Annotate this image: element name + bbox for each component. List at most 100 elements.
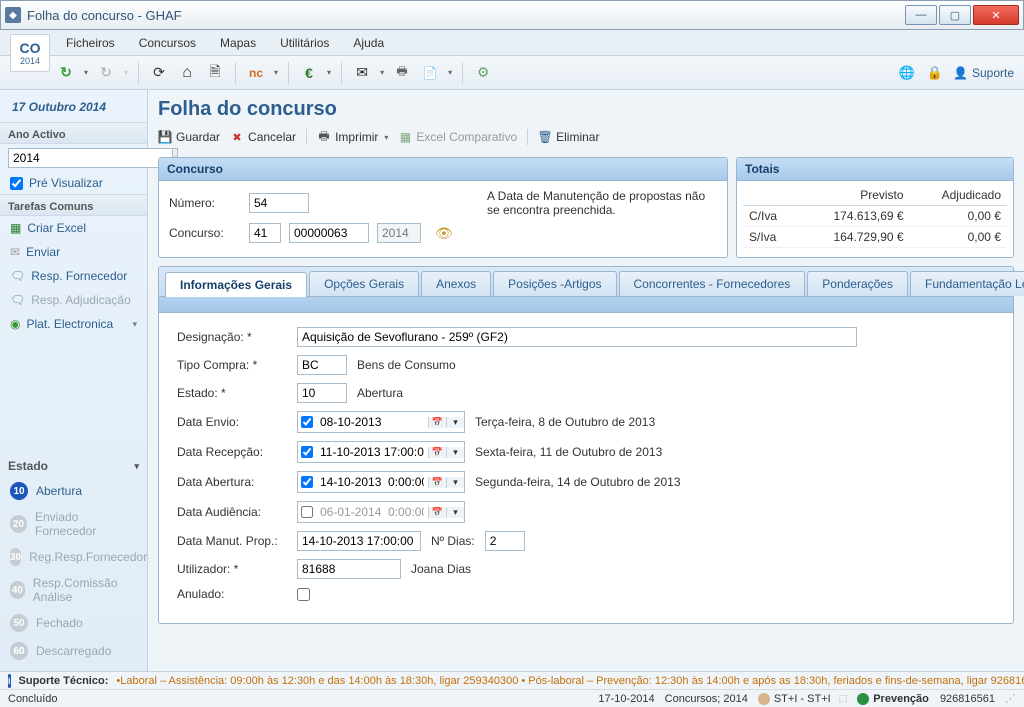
imprimir-button[interactable]: Imprimir▾ (317, 130, 388, 144)
data-aud-input[interactable] (316, 502, 428, 522)
sidebar-item-enviar[interactable]: Enviar (0, 240, 147, 264)
resp-icon (10, 269, 25, 283)
totais-panel: Totais Previsto Adjudicado C/Iva 174.613… (736, 157, 1014, 258)
print-icon[interactable] (392, 63, 412, 83)
pre-visualizar-checkbox[interactable] (10, 177, 23, 190)
data-manut-input[interactable] (297, 531, 421, 551)
euro-icon[interactable] (299, 63, 319, 83)
menu-concursos[interactable]: Concursos (129, 32, 206, 54)
numero-input[interactable] (249, 193, 309, 213)
data-aud-check[interactable] (301, 506, 313, 518)
data-envio-desc: Terça-feira, 8 de Outubro de 2013 (475, 415, 655, 429)
data-abert-check[interactable] (301, 476, 313, 488)
lock-icon[interactable] (925, 63, 945, 83)
tab-content: Designação: * Tipo Compra: * Bens de Con… (159, 313, 1013, 623)
menu-ajuda[interactable]: Ajuda (343, 32, 394, 54)
close-button[interactable]: ✕ (973, 5, 1019, 25)
estado-input[interactable] (297, 383, 347, 403)
status-text: Concluído (8, 693, 58, 705)
status-date: 17-10-2014 (598, 693, 654, 705)
estado-abertura[interactable]: 10Abertura (0, 477, 147, 505)
calendar-icon[interactable]: 📅 (428, 447, 446, 458)
sidebar: 17 Outubro 2014 Ano Activo ▾ Pré Visuali… (0, 90, 148, 671)
tarefas-title: Tarefas Comuns (0, 194, 147, 216)
dropdown-icon[interactable]: ▾ (446, 477, 464, 488)
data-aud-picker[interactable]: 📅 ▾ (297, 501, 465, 523)
ano-activo-select[interactable]: ▾ (8, 148, 139, 168)
data-recep-picker[interactable]: 📅 ▾ (297, 441, 465, 463)
data-abert-desc: Segunda-feira, 14 de Outubro de 2013 (475, 475, 681, 489)
menu-mapas[interactable]: Mapas (210, 32, 266, 54)
data-abert-input[interactable] (316, 472, 428, 492)
data-envio-picker[interactable]: 📅 ▾ (297, 411, 465, 433)
minimize-button[interactable]: — (905, 5, 937, 25)
data-envio-check[interactable] (301, 416, 313, 428)
pre-visualizar-check[interactable]: Pré Visualizar (0, 172, 147, 194)
ndias-input[interactable] (485, 531, 525, 551)
concurso-c1-input[interactable] (249, 223, 281, 243)
utilizador-name: Joana Dias (411, 562, 471, 576)
tab-ponderacoes[interactable]: Ponderações (807, 271, 908, 296)
estado-resp-comissao[interactable]: 40Resp.Comissão Análise (0, 571, 147, 609)
tab-opcoes-gerais[interactable]: Opções Gerais (309, 271, 419, 296)
tab-posicoes[interactable]: Posições -Artigos (493, 271, 616, 296)
nav-forward-icon[interactable] (96, 63, 116, 83)
tab-anexos[interactable]: Anexos (421, 271, 491, 296)
concurso-c2-input[interactable] (289, 223, 369, 243)
tipo-compra-input[interactable] (297, 355, 347, 375)
estado-descarregado[interactable]: 60Descarregado (0, 637, 147, 665)
calendar-icon[interactable]: 📅 (428, 417, 446, 428)
anulado-checkbox[interactable] (297, 588, 310, 601)
menu-utilitarios[interactable]: Utilitários (270, 32, 339, 54)
refresh-icon[interactable] (149, 63, 169, 83)
anulado-label: Anulado: (177, 587, 287, 601)
data-recep-input[interactable] (316, 442, 428, 462)
logo-year: 2014 (20, 56, 40, 66)
main-content: Folha do concurso Guardar Cancelar Impri… (148, 90, 1024, 671)
nc-icon[interactable] (246, 63, 266, 83)
eye-icon[interactable]: 👁 (435, 225, 453, 242)
calendar-icon[interactable]: 📅 (428, 477, 446, 488)
data-recep-check[interactable] (301, 446, 313, 458)
pdf-icon[interactable] (420, 63, 440, 83)
excel-icon (10, 221, 21, 235)
calendar-icon[interactable]: 📅 (428, 507, 446, 518)
chevron-down-icon: ▾ (132, 319, 137, 330)
data-abert-label: Data Abertura: (177, 475, 287, 489)
cancelar-button[interactable]: Cancelar (230, 130, 296, 144)
designacao-input[interactable] (297, 327, 857, 347)
new-doc-icon[interactable] (205, 63, 225, 83)
estado-reg-resp[interactable]: 30Reg.Resp.Fornecedor (0, 543, 147, 571)
sidebar-item-resp-fornecedor[interactable]: Resp. Fornecedor (0, 264, 147, 288)
tab-concorrentes[interactable]: Concorrentes - Fornecedores (619, 271, 806, 296)
eliminar-button[interactable]: Eliminar (538, 130, 599, 144)
menu-ficheiros[interactable]: Ficheiros (56, 32, 125, 54)
resize-grip[interactable]: ⋰ (1005, 692, 1016, 705)
estado-enviado[interactable]: 20Enviado Fornecedor (0, 505, 147, 543)
settings-icon[interactable] (473, 63, 493, 83)
designacao-label: Designação: * (177, 330, 287, 344)
tab-info-gerais[interactable]: Informações Gerais (165, 272, 307, 297)
nav-back-icon[interactable] (56, 63, 76, 83)
estado-desc: Abertura (357, 386, 403, 400)
data-envio-input[interactable] (316, 412, 428, 432)
globe-icon[interactable] (897, 63, 917, 83)
guardar-button[interactable]: Guardar (158, 130, 220, 144)
dropdown-icon[interactable]: ▾ (446, 447, 464, 458)
dropdown-icon[interactable]: ▾ (446, 507, 464, 518)
mail-icon[interactable] (352, 63, 372, 83)
estado-title[interactable]: Estado▾ (0, 453, 147, 477)
sidebar-item-plat-electronica[interactable]: Plat. Electronica▾ (0, 312, 147, 336)
data-abert-picker[interactable]: 📅 ▾ (297, 471, 465, 493)
home-icon[interactable] (177, 63, 197, 83)
dropdown-icon[interactable]: ▾ (446, 417, 464, 428)
maximize-button[interactable]: ▢ (939, 5, 971, 25)
excel-comparativo-button[interactable]: Excel Comparativo (398, 130, 517, 144)
support-link[interactable]: Suporte (953, 66, 1014, 80)
estado-fechado[interactable]: 50Fechado (0, 609, 147, 637)
utilizador-input[interactable] (297, 559, 401, 579)
sidebar-item-resp-adjudicacao[interactable]: Resp. Adjudicação (0, 288, 147, 312)
sidebar-item-criar-excel[interactable]: Criar Excel (0, 216, 147, 240)
tab-fundamentacao[interactable]: Fundamentação Legal (910, 271, 1024, 296)
status-badge: 60 (10, 642, 28, 660)
